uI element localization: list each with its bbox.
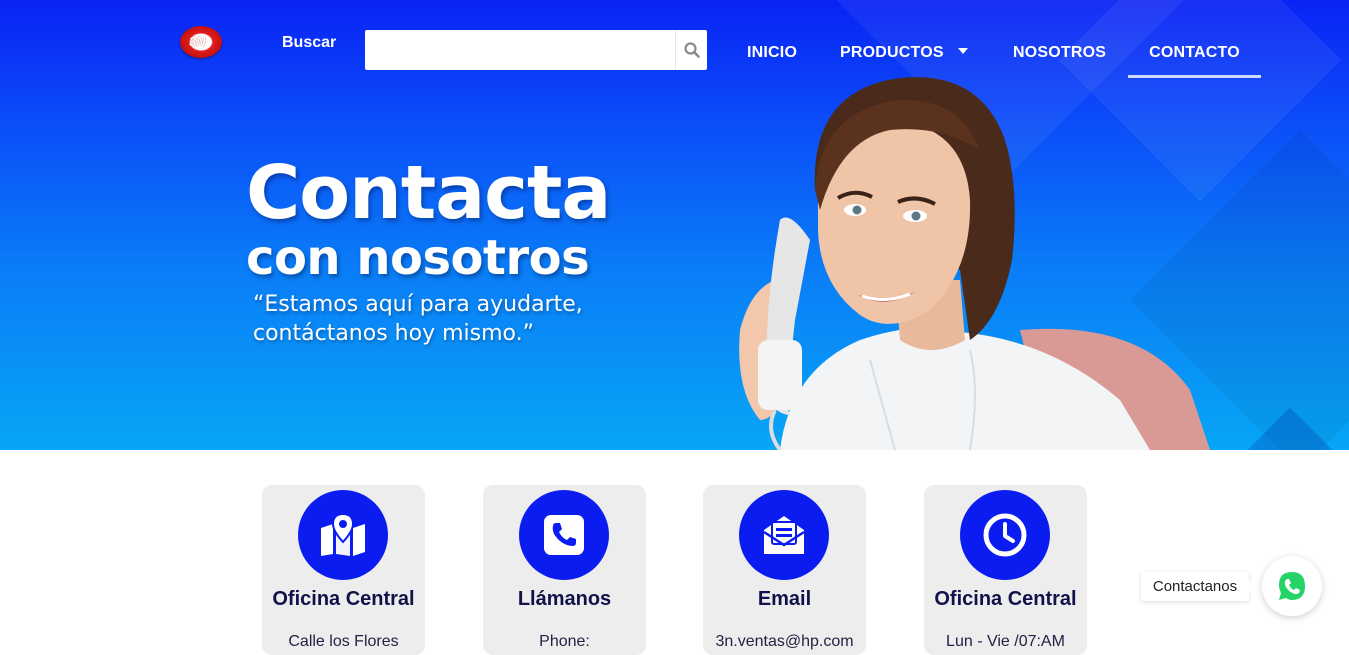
hero-banner: 3N Buscar INICIO PRODUCTOS NOSOTROS CONT… — [0, 0, 1349, 450]
card-detail: Calle los Flores — [288, 633, 399, 650]
contact-card-hours: Oficina Central Lun - Vie /07:AM — [924, 485, 1087, 655]
contact-card-phone: Llámanos Phone: — [483, 485, 646, 655]
card-icon-circle — [960, 490, 1050, 580]
whatsapp-tooltip[interactable]: Contactanos — [1141, 572, 1255, 601]
search-box — [365, 30, 707, 70]
contact-card-office: Oficina Central Calle los Flores — [262, 485, 425, 655]
woman-on-phone-image — [739, 77, 1210, 450]
chevron-down-icon[interactable] — [957, 47, 968, 54]
whatsapp-button[interactable] — [1262, 556, 1322, 616]
hero-quote-line: “Estamos aquí para ayudarte, — [253, 292, 583, 317]
hero-quote: “Estamos aquí para ayudarte, contáctanos… — [253, 290, 583, 348]
whatsapp-icon — [1279, 572, 1305, 600]
nav-item-productos[interactable]: PRODUCTOS — [840, 44, 968, 62]
clock-icon — [983, 513, 1027, 557]
card-title: Oficina Central — [934, 588, 1077, 610]
card-icon-circle — [519, 490, 609, 580]
hero-quote-line: contáctanos hoy mismo.” — [253, 321, 534, 346]
nav-item-label: PRODUCTOS — [840, 44, 944, 61]
search-input[interactable] — [365, 30, 675, 70]
nav-item-nosotros[interactable]: NOSOTROS — [1013, 44, 1106, 62]
card-title: Oficina Central — [272, 588, 415, 610]
site-logo[interactable]: 3N — [180, 26, 222, 58]
card-detail: Phone: — [539, 633, 590, 650]
search-label: Buscar — [282, 34, 337, 51]
search-button[interactable] — [675, 30, 707, 70]
envelope-icon — [763, 516, 805, 554]
logo-text: 3N — [189, 34, 206, 49]
card-title: Llámanos — [517, 588, 612, 610]
card-detail: Lun - Vie /07:AM — [946, 633, 1065, 650]
search-icon — [683, 42, 700, 58]
nav-item-inicio[interactable]: INICIO — [747, 44, 797, 62]
card-icon-circle — [739, 490, 829, 580]
card-detail[interactable]: 3n.ventas@hp.com — [683, 633, 886, 651]
hero-subtitle: con nosotros — [246, 230, 590, 286]
card-icon-circle — [298, 490, 388, 580]
card-title: Email — [757, 588, 812, 610]
map-location-icon — [321, 514, 365, 556]
phone-icon — [544, 515, 584, 555]
contact-card-email: Email 3n.ventas@hp.com — [703, 485, 866, 655]
hero-title: Contacta — [246, 150, 611, 236]
